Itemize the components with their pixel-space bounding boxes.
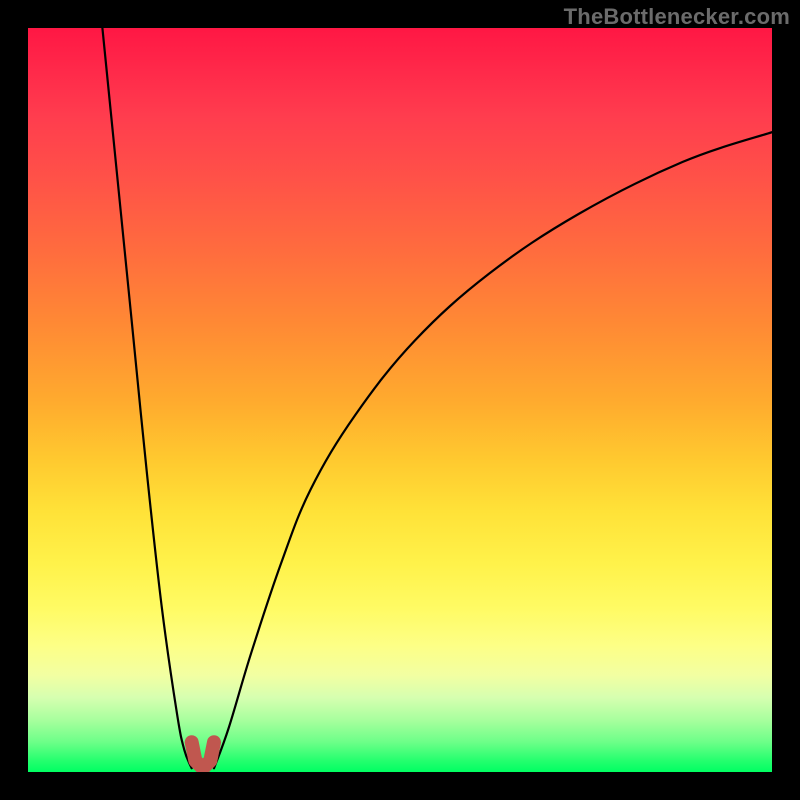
right-branch-curve bbox=[214, 132, 772, 768]
left-branch-curve bbox=[102, 28, 191, 768]
plot-area bbox=[28, 28, 772, 772]
watermark-text: TheBottlenecker.com bbox=[564, 4, 790, 30]
curve-layer bbox=[28, 28, 772, 772]
dip-marker bbox=[192, 742, 214, 768]
chart-stage: TheBottlenecker.com bbox=[0, 0, 800, 800]
